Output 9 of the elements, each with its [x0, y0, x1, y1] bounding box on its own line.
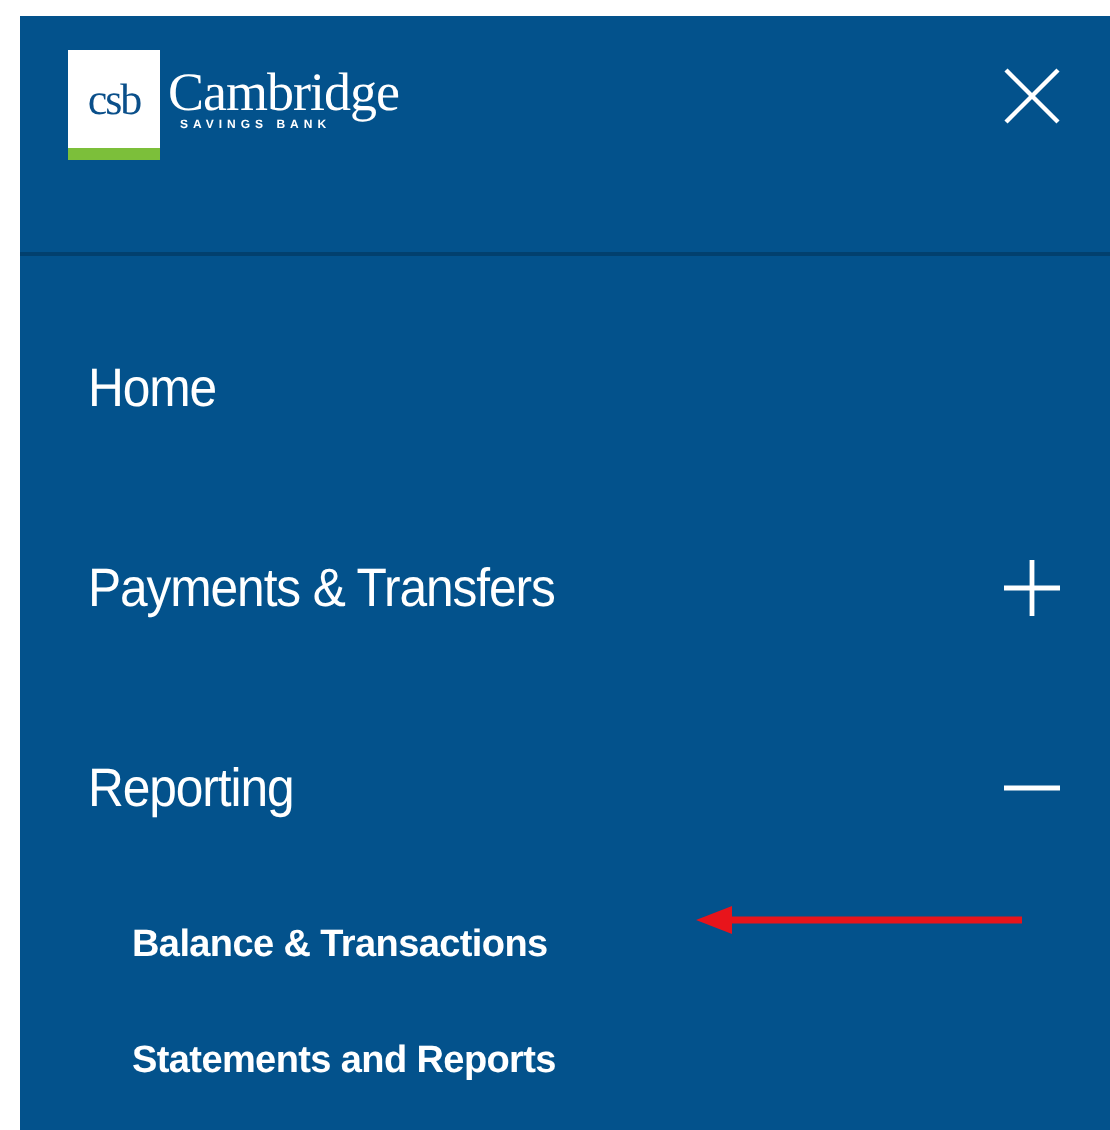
- submenu-item[interactable]: Balance & Transactions: [132, 917, 548, 975]
- logo-name: Cambridge: [168, 66, 399, 120]
- expand-icon[interactable]: [1002, 558, 1062, 618]
- close-button[interactable]: [1002, 66, 1062, 126]
- menu-item[interactable]: Home: [88, 347, 217, 429]
- menu-item[interactable]: Reporting: [88, 747, 294, 829]
- logo-mark: csb: [68, 50, 160, 160]
- menu-item[interactable]: Payments & Transfers: [88, 547, 555, 629]
- submenu-item[interactable]: Statements and Reports: [132, 1033, 556, 1091]
